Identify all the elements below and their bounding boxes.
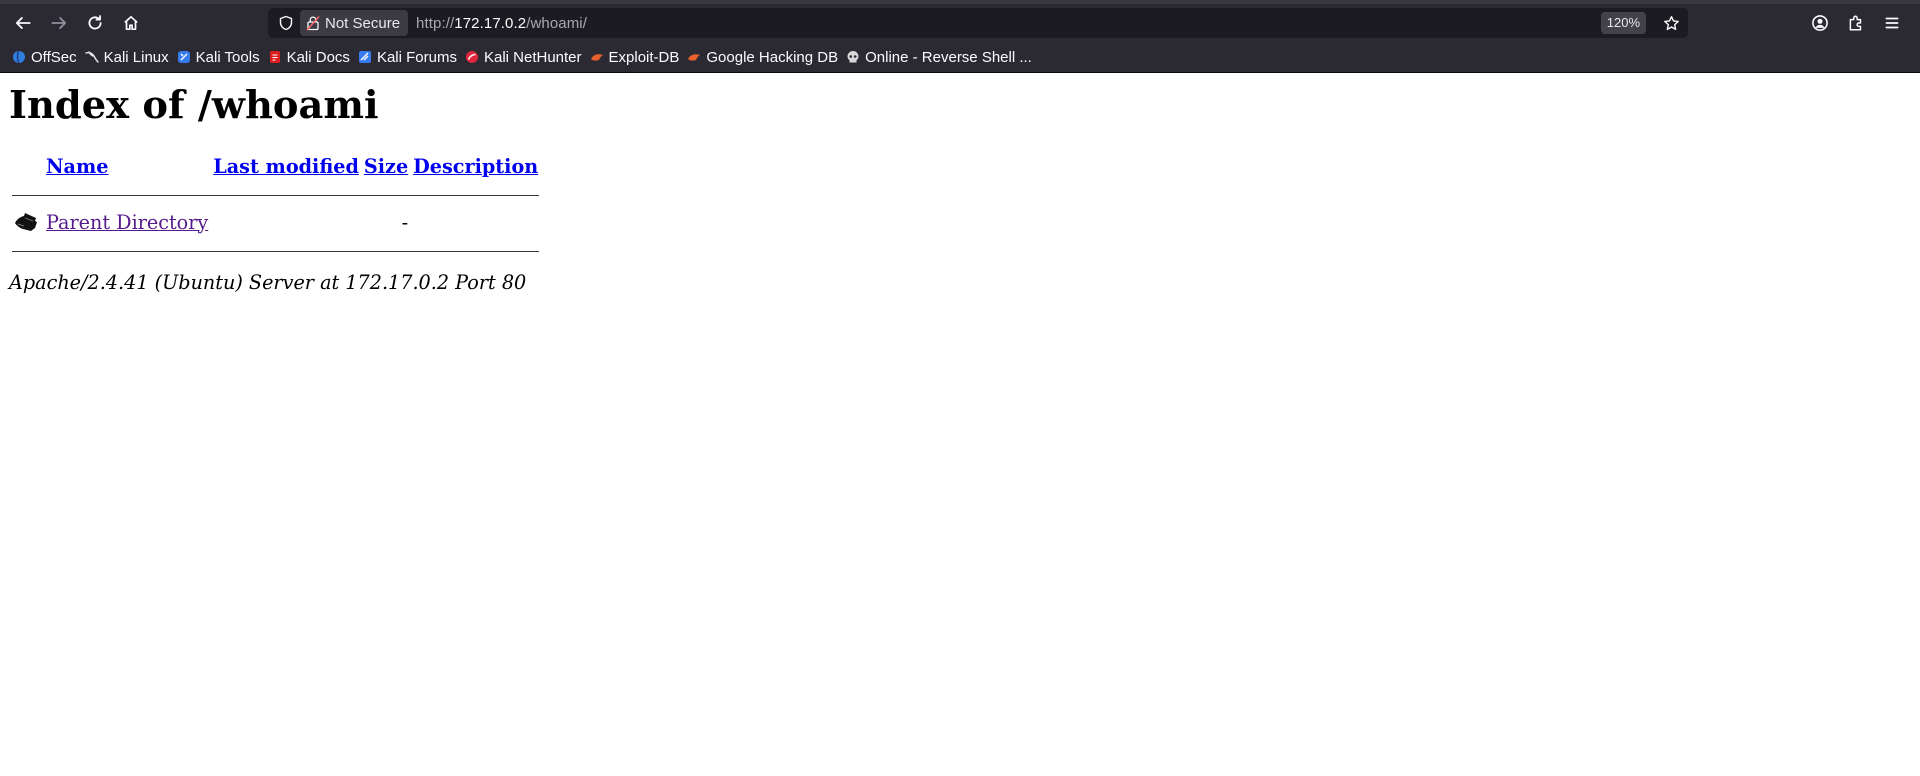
server-signature: Apache/2.4.41 (Ubuntu) Server at 172.17.…: [9, 271, 527, 294]
page-content: Index of /whoami Name Last modified Size…: [0, 73, 1920, 294]
bottom-divider-row: [12, 238, 540, 262]
nethunter-icon: [465, 51, 478, 63]
home-icon: [124, 15, 138, 31]
security-label: Not Secure: [325, 14, 401, 32]
url-scheme: http://: [416, 14, 455, 32]
bookmark-label: Kali Docs: [286, 48, 350, 66]
size-column-header: Size: [363, 153, 409, 179]
navigation-toolbar: Not Secure http://172.17.0.2/whoami/ 120…: [0, 4, 1920, 42]
bookmark-reverse-shell[interactable]: Online - Reverse Shell ...: [844, 45, 1038, 69]
offsec-icon: [13, 50, 25, 64]
extensions-button[interactable]: [1838, 7, 1874, 39]
bookmark-label: OffSec: [31, 48, 77, 66]
kali-tools-icon: [177, 51, 190, 63]
bookmark-label: Kali Tools: [195, 48, 260, 66]
table-row: Parent Directory -: [12, 209, 539, 235]
forward-button[interactable]: [41, 7, 77, 39]
shield-icon: [279, 15, 293, 31]
insecure-lock-icon: [306, 16, 320, 31]
divider: [12, 195, 540, 196]
description-column-header: Description: [412, 153, 539, 179]
bookmark-label: Kali Linux: [103, 48, 169, 66]
bookmark-label: Online - Reverse Shell ...: [865, 48, 1032, 66]
kali-docs-icon: [269, 51, 280, 63]
zoom-reset-button[interactable]: 120%: [1600, 12, 1646, 34]
icon-column-header: [12, 153, 42, 179]
back-button[interactable]: [5, 7, 41, 39]
directory-listing-table: Name Last modified Size Description Pare…: [9, 150, 542, 265]
kali-dragon-icon: [84, 51, 99, 63]
bookmark-exploit-db[interactable]: Exploit-DB: [588, 45, 686, 69]
account-button[interactable]: [1802, 7, 1838, 39]
bookmarks-toolbar: OffSec Kali Linux Kali Tools Kali Docs K…: [0, 42, 1920, 73]
reload-button[interactable]: [77, 7, 113, 39]
name-column-header: Name: [45, 153, 209, 179]
ghdb-icon: [688, 54, 701, 61]
url-path: /whoami/: [526, 14, 588, 32]
last-modified-column-header: Last modified: [212, 153, 360, 179]
hamburger-menu-icon: [1885, 17, 1899, 29]
address-bar[interactable]: Not Secure http://172.17.0.2/whoami/ 120…: [268, 8, 1688, 38]
bookmark-kali-docs[interactable]: Kali Docs: [266, 45, 356, 69]
bookmark-google-hacking-db[interactable]: Google Hacking DB: [685, 45, 844, 69]
bookmark-kali-forums[interactable]: Kali Forums: [356, 45, 463, 69]
exploit-db-icon: [590, 54, 603, 61]
account-icon: [1812, 15, 1828, 31]
page-title: Index of /whoami: [9, 83, 379, 128]
skull-icon: [847, 51, 859, 63]
bookmark-star-button[interactable]: [1660, 13, 1682, 33]
kali-forums-icon: [358, 51, 371, 63]
parent-directory-link[interactable]: Parent Directory: [46, 211, 208, 234]
sort-by-last-modified-link[interactable]: Last modified: [213, 155, 359, 178]
back-arrow-icon: [15, 213, 37, 231]
bookmark-kali-tools[interactable]: Kali Tools: [175, 45, 266, 69]
bookmark-kali-nethunter[interactable]: Kali NetHunter: [463, 45, 588, 69]
url-text[interactable]: http://172.17.0.2/whoami/: [416, 15, 587, 32]
bookmark-label: Exploit-DB: [608, 48, 680, 66]
site-security-button[interactable]: Not Secure: [300, 10, 409, 36]
url-host: 172.17.0.2: [454, 14, 527, 32]
bookmark-kali-linux[interactable]: Kali Linux: [83, 45, 175, 69]
back-arrow-icon: [15, 17, 31, 29]
tracking-protection-button[interactable]: [272, 8, 300, 38]
star-icon: [1663, 15, 1679, 30]
bookmark-label: Kali Forums: [376, 48, 457, 66]
bookmark-label: Google Hacking DB: [706, 48, 839, 66]
row-icon-cell: [12, 209, 42, 235]
divider: [12, 251, 540, 252]
bookmark-label: Kali NetHunter: [483, 48, 582, 66]
top-divider-row: [12, 182, 540, 206]
row-size-cell: -: [401, 210, 409, 234]
row-name-cell: Parent Directory: [45, 209, 209, 235]
reload-icon: [88, 15, 102, 30]
puzzle-icon: [1849, 15, 1862, 31]
forward-arrow-icon: [51, 17, 67, 29]
app-menu-button[interactable]: [1874, 7, 1910, 39]
sort-by-size-link[interactable]: Size: [364, 155, 408, 178]
row-last-modified-cell: [212, 209, 360, 235]
browser-chrome: Not Secure http://172.17.0.2/whoami/ 120…: [0, 0, 1920, 73]
sort-by-description-link[interactable]: Description: [413, 155, 538, 178]
sort-by-name-link[interactable]: Name: [46, 155, 108, 178]
table-header-row: Name Last modified Size Description: [12, 153, 539, 179]
bookmark-offsec[interactable]: OffSec: [10, 45, 83, 69]
row-description-cell: [412, 209, 539, 235]
home-button[interactable]: [113, 7, 149, 39]
toolbar-right-icons: [1802, 7, 1910, 39]
